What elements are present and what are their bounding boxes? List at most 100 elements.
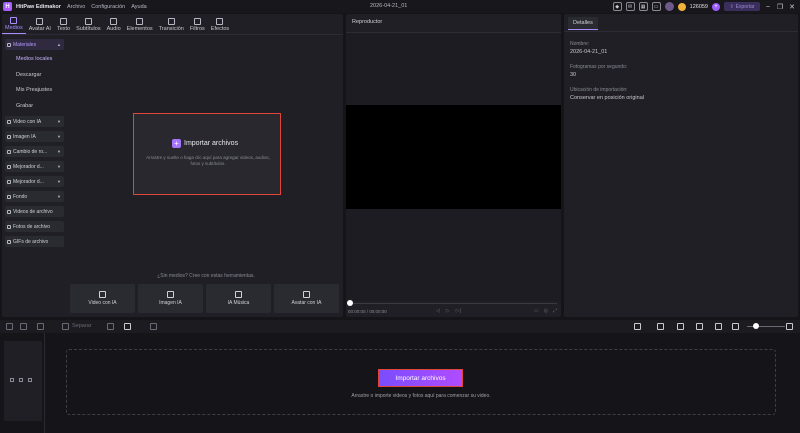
tab-efectos[interactable]: Efectos <box>208 18 232 34</box>
gif-icon <box>7 239 11 244</box>
sidebar-item-mejorador-1[interactable]: Mejorador d... ▼ <box>5 161 64 172</box>
play-icon[interactable]: ▷ <box>446 308 450 314</box>
tab-elementos[interactable]: Elementos <box>124 18 156 34</box>
coin-icon <box>677 2 686 11</box>
player-panel: Reproductor 00:00:00 / 00:00:00 ◁ ▷ ▷| ▭… <box>346 14 561 317</box>
snapshot-icon[interactable]: ◎ <box>544 308 548 314</box>
player-title: Reproductor <box>352 19 383 25</box>
fps-label: Fotogramas por segundo: <box>570 64 628 70</box>
import-title: Importar archivos <box>184 140 239 147</box>
tab-avatar-ai[interactable]: Avatar AI <box>26 18 54 34</box>
menu-ayuda[interactable]: Ayuda <box>131 4 147 10</box>
mic-icon[interactable] <box>634 323 641 330</box>
sidebar-item-video-ia[interactable]: Video con IA ▼ <box>5 116 64 127</box>
sidebar-item-label: Mejorador d... <box>13 163 44 170</box>
ai-video-card[interactable]: Video con IA <box>70 284 135 313</box>
sidebar-item-videos-archivo[interactable]: Videos de archivo <box>5 206 64 217</box>
freeze-icon[interactable] <box>107 323 114 330</box>
progress-track[interactable] <box>350 303 557 304</box>
sidebar-item-materiales[interactable]: Materiales ▲ <box>5 39 64 50</box>
snap-icon[interactable] <box>657 323 664 330</box>
enhance-icon <box>7 179 11 184</box>
sidebar-sub-medios-locales[interactable]: Medios locales <box>16 56 52 62</box>
delete-icon[interactable] <box>37 323 44 330</box>
maximize-icon[interactable]: ❐ <box>776 2 784 11</box>
image-icon <box>7 134 11 139</box>
sidebar-item-mejorador-2[interactable]: Mejorador d... ▼ <box>5 176 64 187</box>
menu-archivo[interactable]: Archivo <box>67 4 85 10</box>
ai-music-card[interactable]: IA Música <box>206 284 271 313</box>
sidebar-sub-mis-preajustes[interactable]: Mis Preajustes <box>16 87 52 93</box>
tab-detalles[interactable]: Detalles <box>568 17 598 30</box>
speed-icon[interactable] <box>124 323 131 330</box>
tab-subtitulos[interactable]: Subtítulos <box>73 18 103 34</box>
calendar-icon[interactable]: ▦ <box>638 2 648 11</box>
mail-icon[interactable]: ✉ <box>625 2 635 11</box>
tab-texto[interactable]: Texto <box>54 18 73 34</box>
app-name: HitPaw Edimakor <box>16 3 61 10</box>
video-preview[interactable] <box>346 105 561 209</box>
tab-audio[interactable]: Audio <box>104 18 124 34</box>
close-icon[interactable]: ✕ <box>788 2 796 11</box>
tab-transicion[interactable]: Transición <box>156 18 187 34</box>
add-credits-button[interactable]: + <box>712 2 720 11</box>
tab-label: Efectos <box>210 26 230 32</box>
export-button[interactable]: ⇪ Exportar <box>724 2 760 11</box>
track-lock-icon[interactable] <box>19 378 23 382</box>
stock-video-icon <box>7 209 11 214</box>
plus-icon: + <box>172 139 181 148</box>
subtitles-icon <box>84 18 92 25</box>
sidebar-item-cambio-ro[interactable]: Cambio de ro... ▼ <box>5 146 64 157</box>
screen-icon[interactable]: ▭ <box>651 2 661 11</box>
details-panel: Detalles Nombre: 2026-04-21_01 Fotograma… <box>564 14 798 317</box>
track-video-icon[interactable] <box>10 378 14 382</box>
video-icon <box>7 119 11 124</box>
ai-avatar-icon <box>303 291 310 298</box>
sidebar-sub-descargar[interactable]: Descargar <box>16 72 41 78</box>
import-header: + Importar archivos <box>172 139 238 148</box>
aspect-ratio-icon[interactable]: ▭ <box>534 308 539 314</box>
prev-frame-icon[interactable]: ◁ <box>436 308 440 314</box>
ai-video-icon <box>99 291 106 298</box>
track-header <box>4 341 42 421</box>
sidebar-item-label: GIFs de archivo <box>13 238 49 245</box>
sidebar-item-fondo[interactable]: Fondo ▼ <box>5 191 64 202</box>
tab-label: Medios <box>5 25 23 31</box>
track-audio-icon[interactable] <box>28 378 32 382</box>
sidebar-sub-grabar[interactable]: Grabar <box>16 103 33 109</box>
redo-icon[interactable] <box>20 323 27 330</box>
chevron-down-icon: ▼ <box>57 149 61 154</box>
tab-label: Texto <box>56 26 71 32</box>
card-label: IA Música <box>227 300 250 306</box>
progress-knob[interactable] <box>347 300 353 306</box>
ai-image-card[interactable]: Imagen IA <box>138 284 203 313</box>
sidebar-item-imagen-ia[interactable]: Imagen IA ▼ <box>5 131 64 142</box>
sidebar-item-gifs-archivo[interactable]: GIFs de archivo <box>5 236 64 247</box>
minimize-icon[interactable]: – <box>764 2 772 11</box>
import-files-dropzone[interactable]: + Importar archivos Arrastre y suelte o … <box>133 113 281 195</box>
crop-icon[interactable] <box>150 323 157 330</box>
fit-icon[interactable] <box>715 323 722 330</box>
fullscreen-icon[interactable]: ⤢ <box>553 308 557 314</box>
tab-filtros[interactable]: Filtros <box>187 18 208 34</box>
zoom-out-icon[interactable] <box>732 323 739 330</box>
zoom-in-icon[interactable] <box>786 323 793 330</box>
gift-icon[interactable]: ◆ <box>612 2 622 11</box>
menu-configuracion[interactable]: Configuración <box>91 4 125 10</box>
link-icon[interactable] <box>677 323 684 330</box>
user-avatar[interactable] <box>664 2 674 11</box>
next-frame-icon[interactable]: ▷| <box>456 308 461 314</box>
chain-icon[interactable] <box>696 323 703 330</box>
sidebar-item-fotos-archivo[interactable]: Fotos de archivo <box>5 221 64 232</box>
split-icon[interactable] <box>62 323 69 330</box>
credits-count: 126059 <box>689 3 708 10</box>
zoom-slider-knob[interactable] <box>753 323 759 329</box>
ai-avatar-card[interactable]: Avatar con IA <box>274 284 339 313</box>
undo-icon[interactable] <box>6 323 13 330</box>
enhance-icon <box>7 164 11 169</box>
timeline-import-button[interactable]: Importar archivos <box>378 369 463 387</box>
fps-value: 30 <box>570 72 577 78</box>
tab-label: Filtros <box>189 26 205 32</box>
tab-medios[interactable]: Medios <box>2 17 26 34</box>
sidebar-item-label: Fondo <box>13 193 28 200</box>
